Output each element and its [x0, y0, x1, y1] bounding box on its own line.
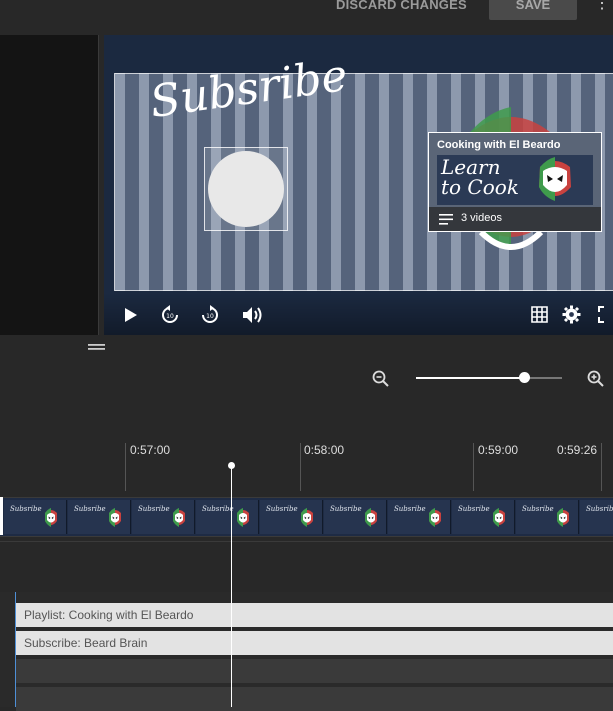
grid-icon[interactable]	[531, 306, 548, 323]
subscribe-element-track[interactable]: Subscribe: Beard Brain	[16, 631, 613, 655]
ruler-label: 0:59:00	[478, 443, 519, 457]
panel-divider	[98, 35, 99, 335]
editor-area	[0, 335, 613, 365]
frame-overlay-text: Subsribe	[10, 505, 42, 513]
playlist-end-card[interactable]: Cooking with El Beardo Learn to Cook 3 v…	[428, 132, 602, 232]
frame-overlay-text: Subsribe	[266, 505, 298, 513]
video-count: 3 videos	[461, 212, 502, 224]
ruler-label: 0:57:00	[130, 443, 171, 457]
thumbnail-mask-icon	[539, 157, 571, 201]
frame-overlay-text: Subsribe	[138, 505, 170, 513]
filmstrip-frame: Subsribe	[388, 500, 451, 534]
save-button[interactable]: SAVE	[489, 0, 577, 20]
frame-overlay-text: Subsribe	[202, 505, 234, 513]
frame-overlay-text: Subsribe	[74, 505, 106, 513]
filmstrip-start-marker	[0, 497, 3, 535]
replay-10-icon[interactable]: 10	[160, 305, 180, 325]
channel-avatar-placeholder	[208, 151, 284, 227]
playlist-icon	[439, 214, 453, 225]
frame-mask-icon	[45, 508, 57, 527]
more-vert-icon[interactable]: ⋮	[594, 0, 610, 16]
subscribe-element-box[interactable]	[204, 147, 288, 231]
panel-resize-handle[interactable]	[88, 344, 105, 350]
ruler-tick	[601, 443, 602, 491]
end-card-title: Cooking with El Beardo	[437, 139, 561, 151]
ruler-tick	[300, 443, 301, 491]
zoom-slider-thumb[interactable]	[519, 372, 530, 383]
frame-mask-icon	[301, 508, 313, 527]
frame-mask-icon	[237, 508, 249, 527]
svg-text:10: 10	[206, 313, 214, 320]
forward-10-icon[interactable]: 10	[200, 305, 220, 325]
filmstrip-frame: Subsribe	[4, 500, 67, 534]
volume-icon[interactable]	[242, 306, 264, 324]
playhead-line	[231, 466, 232, 707]
frame-mask-icon	[429, 508, 441, 527]
play-icon[interactable]	[124, 307, 138, 323]
filmstrip-frame: Subsribe	[580, 500, 613, 534]
filmstrip-frame: Subsribe	[196, 500, 259, 534]
filmstrip-frame: Subsribe	[132, 500, 195, 534]
filmstrip-frame: Subsribe	[452, 500, 515, 534]
filmstrip-frame: Subsribe	[324, 500, 387, 534]
ruler-label: 0:58:00	[304, 443, 345, 457]
discard-changes-button[interactable]: DISCARD CHANGES	[336, 0, 467, 21]
lane-start-marker	[15, 592, 16, 707]
zoom-slider-fill	[416, 377, 524, 379]
playhead-handle[interactable]	[228, 462, 235, 469]
filmstrip-frame: Subsribe	[260, 500, 323, 534]
ruler-tick	[125, 443, 126, 491]
frame-mask-icon	[173, 508, 185, 527]
end-card-thumbnail: Learn to Cook	[437, 155, 593, 205]
frame-mask-icon	[365, 508, 377, 527]
video-filmstrip[interactable]: Subsribe Subsribe Subsribe Subsribe Subsribe…	[0, 497, 613, 537]
fullscreen-icon[interactable]	[598, 306, 613, 323]
left-panel	[0, 35, 98, 335]
zoom-in-icon[interactable]	[587, 370, 605, 388]
filmstrip-frame: Subsribe	[68, 500, 131, 534]
frame-overlay-text: Subsribe	[458, 505, 490, 513]
frame-mask-icon	[557, 508, 569, 527]
frame-mask-icon	[493, 508, 505, 527]
svg-text:10: 10	[166, 313, 174, 320]
video-player[interactable]: Subsribe Cooking with El Beardo Learn to…	[104, 35, 613, 335]
empty-track	[16, 659, 613, 683]
end-card-footer: 3 videos	[429, 207, 601, 231]
playlist-card-track[interactable]: Playlist: Cooking with El Beardo	[16, 603, 613, 627]
frame-overlay-text: Subsribe	[330, 505, 362, 513]
frame-overlay-text: Subsribe	[522, 505, 554, 513]
timeline-lane	[0, 541, 613, 593]
frame-mask-icon	[109, 508, 121, 527]
zoom-out-icon[interactable]	[372, 370, 390, 388]
settings-icon[interactable]	[562, 305, 581, 324]
ruler-label: 0:59:26	[557, 443, 598, 457]
ruler-tick	[473, 443, 474, 491]
player-controls: 10 10	[104, 293, 613, 335]
empty-track	[16, 687, 613, 711]
thumbnail-text-line-2: to Cook	[441, 175, 519, 199]
frame-overlay-text: Subsribe	[394, 505, 426, 513]
frame-overlay-text: Subsribe	[586, 505, 613, 513]
filmstrip-frame: Subsribe	[516, 500, 579, 534]
thumbnail-text: Learn to Cook	[441, 157, 519, 197]
